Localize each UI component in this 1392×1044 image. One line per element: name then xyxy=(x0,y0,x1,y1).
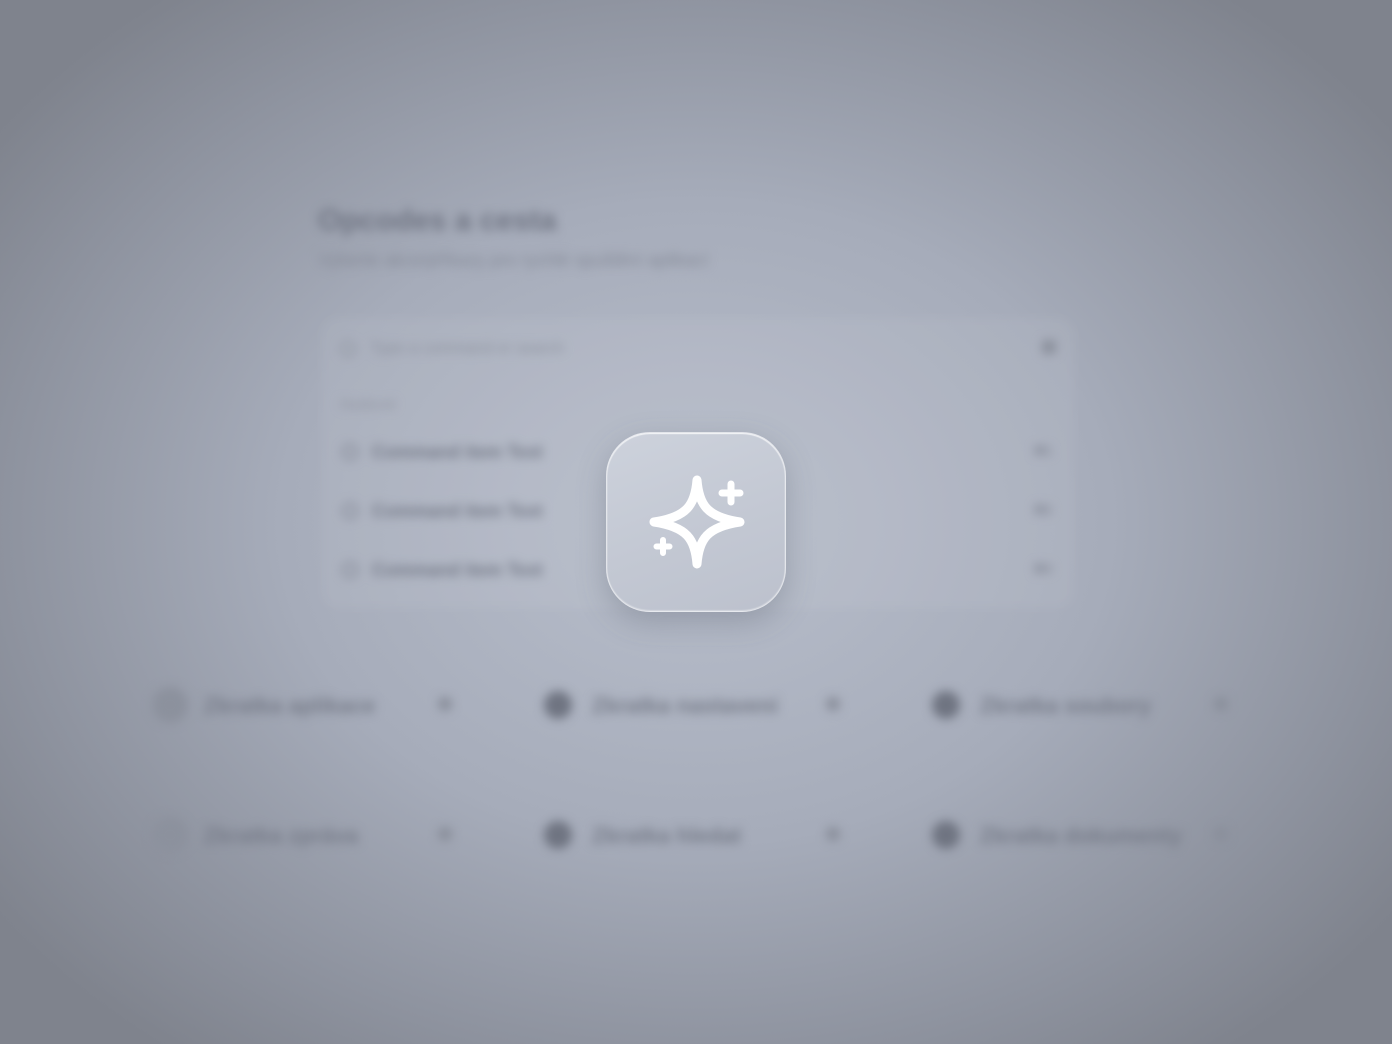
page-title: Opcodes a cesta xyxy=(318,204,557,237)
list-item-label: Command item Text xyxy=(372,560,543,580)
action-item-settings[interactable]: Zkratka nastavení xyxy=(540,685,840,725)
document-icon xyxy=(932,821,960,849)
list-item-shortcut: ⌘3 xyxy=(1033,562,1052,576)
folder-icon xyxy=(932,691,960,719)
section-label: Nedávné xyxy=(340,396,397,412)
action-label: Zkratka hledat xyxy=(592,823,742,848)
action-item-documents[interactable]: Zkratka dokumenty xyxy=(928,815,1228,855)
list-item-label: Command item Text xyxy=(372,442,543,462)
action-item-files[interactable]: Zkratka soubory xyxy=(928,685,1228,725)
chevron-right-icon xyxy=(438,697,452,711)
action-item-apps[interactable]: Zkratka aplikace xyxy=(152,685,452,725)
search-bar[interactable]: Type a command or search xyxy=(336,336,1060,364)
list-item-label: Command item Text xyxy=(372,501,543,521)
action-item-messages[interactable]: Zkratka zpráva xyxy=(152,815,452,855)
search-icon xyxy=(340,341,356,357)
gear-icon xyxy=(544,691,572,719)
avatar-icon xyxy=(152,687,188,723)
list-item-shortcut: ⌘2 xyxy=(1033,503,1052,517)
search-icon xyxy=(544,821,572,849)
chevron-right-icon xyxy=(1214,827,1228,841)
action-label: Zkratka zpráva xyxy=(204,823,359,848)
keyboard-shortcut-icon xyxy=(1042,340,1056,354)
chevron-right-icon xyxy=(826,697,840,711)
chevron-right-icon xyxy=(438,827,452,841)
action-label: Zkratka soubory xyxy=(980,693,1152,718)
action-item-search[interactable]: Zkratka hledat xyxy=(540,815,840,855)
list-item-shortcut: ⌘1 xyxy=(1033,444,1052,458)
action-label: Zkratka dokumenty xyxy=(980,823,1182,848)
chevron-right-icon xyxy=(1214,697,1228,711)
chevron-right-icon xyxy=(826,827,840,841)
page-subtitle: Vyberte akce/příkazy pro rychlé spuštění… xyxy=(318,250,709,270)
sparkle-icon xyxy=(649,475,745,569)
circle-icon xyxy=(342,562,358,578)
circle-icon xyxy=(342,503,358,519)
circle-icon xyxy=(342,444,358,460)
action-label: Zkratka aplikace xyxy=(204,693,376,718)
action-label: Zkratka nastavení xyxy=(592,693,778,718)
search-input[interactable]: Type a command or search xyxy=(370,340,564,358)
app-icon-tile[interactable] xyxy=(606,432,786,612)
message-icon xyxy=(152,817,188,853)
